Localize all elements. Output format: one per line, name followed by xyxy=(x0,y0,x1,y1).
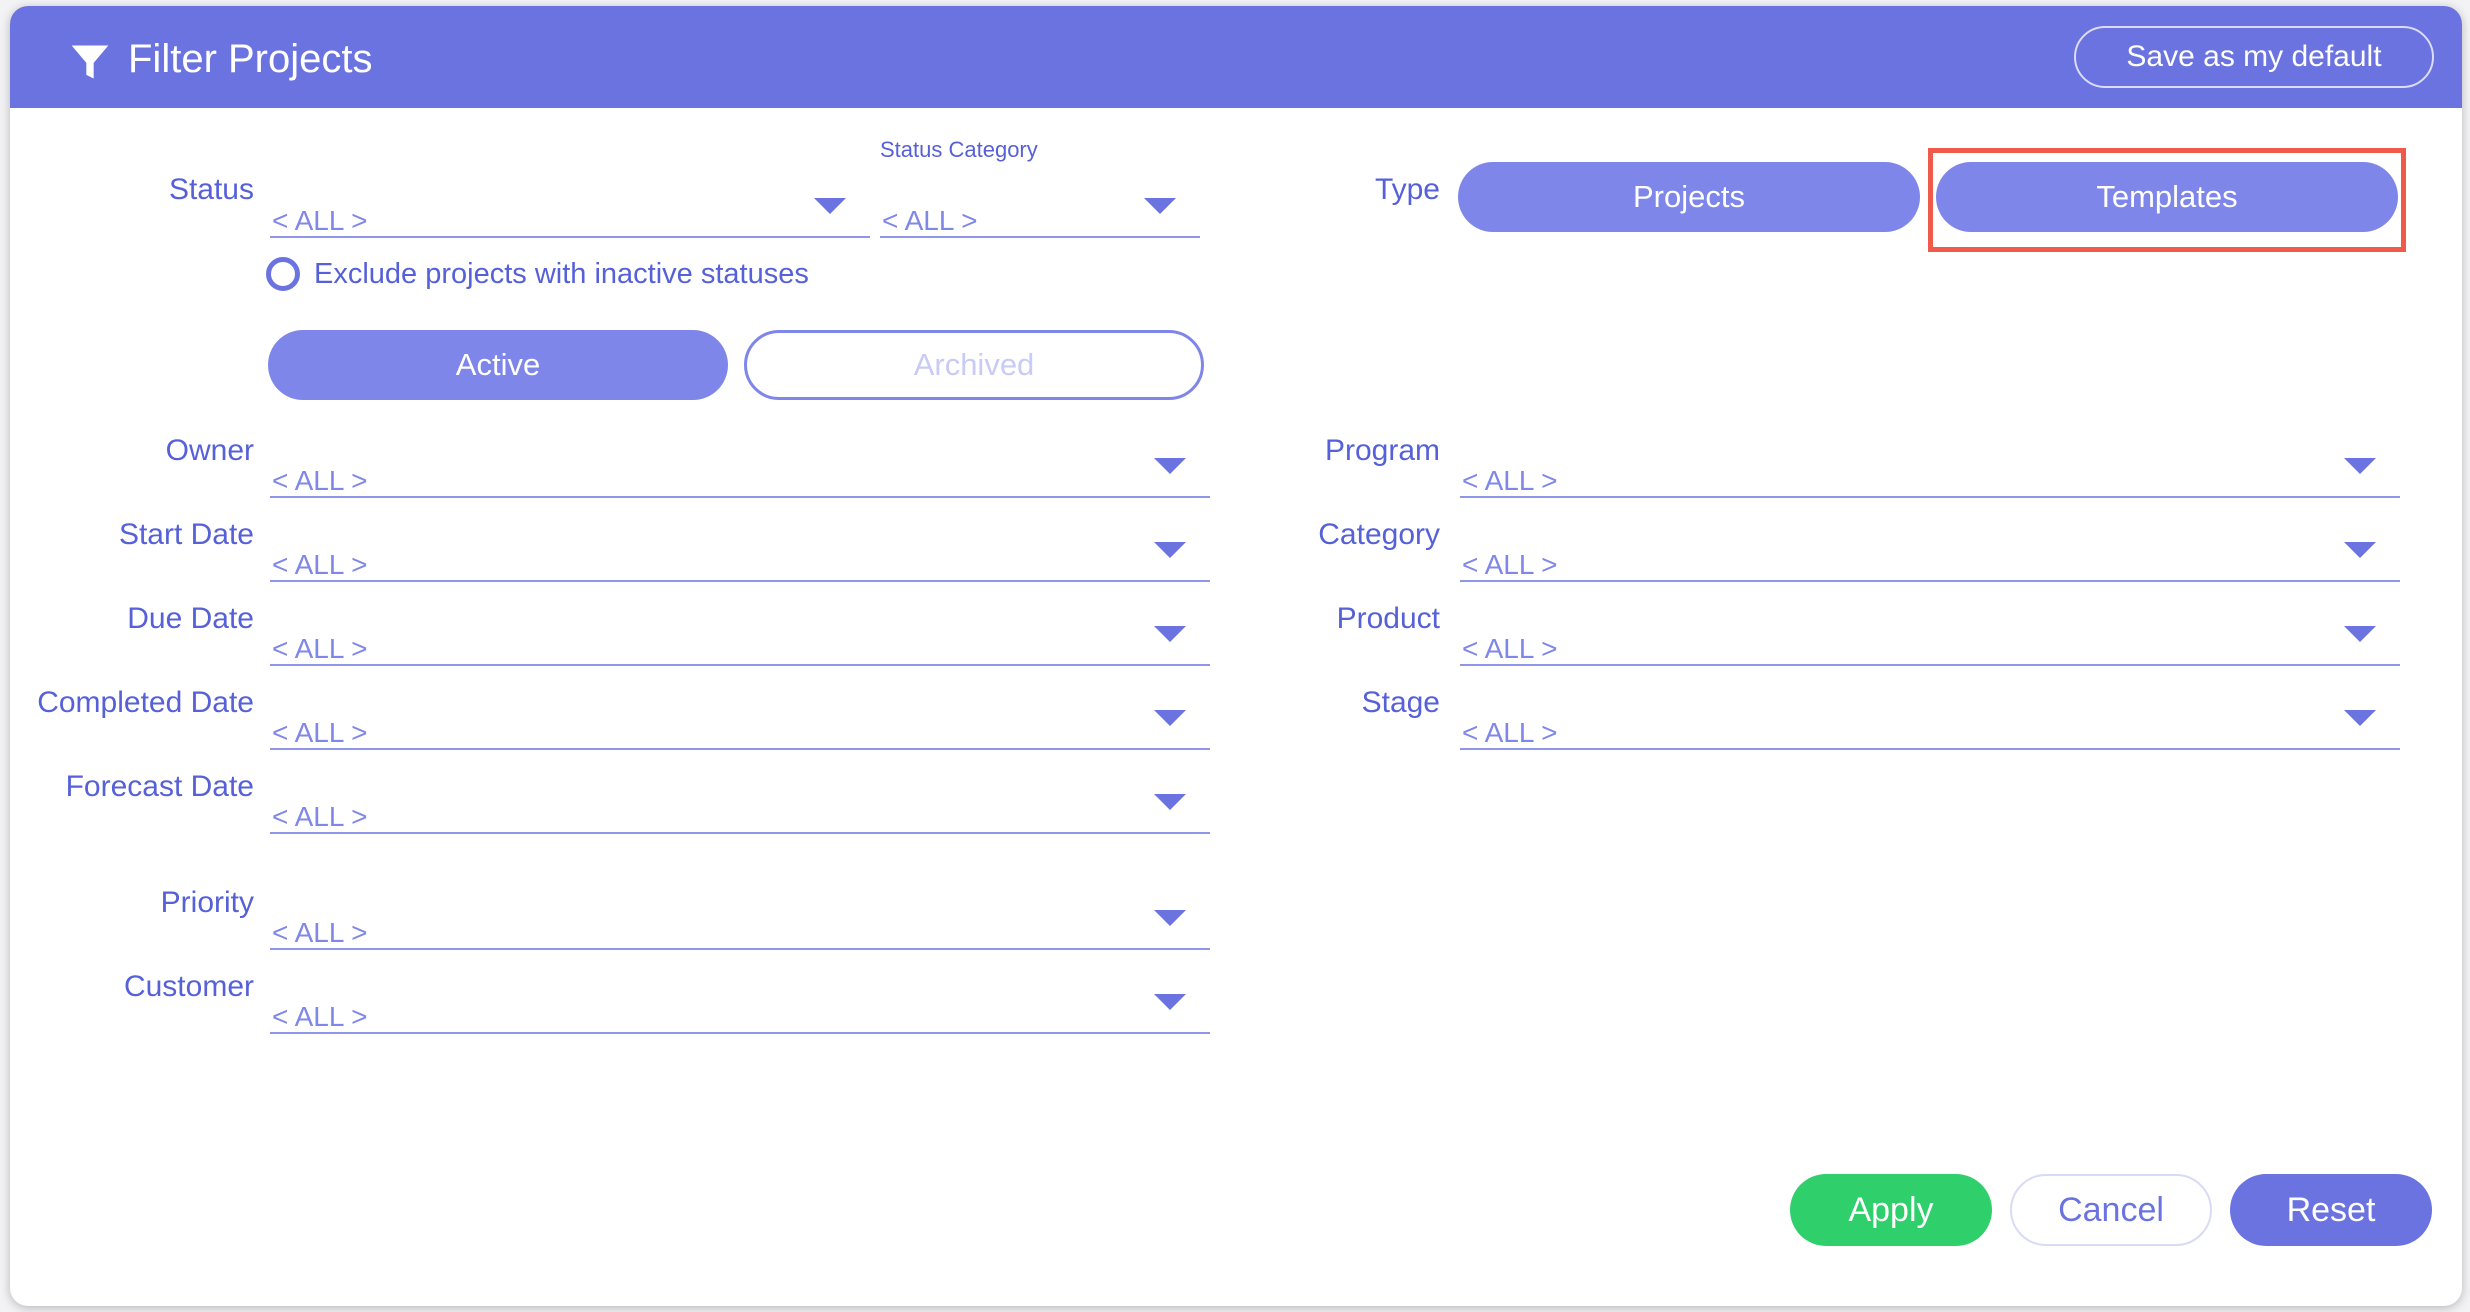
stage-label: Stage xyxy=(1361,686,1440,719)
exclude-inactive-radio[interactable] xyxy=(266,257,300,291)
completed-date-label: Completed Date xyxy=(37,686,254,719)
dialog-title: Filter Projects xyxy=(128,37,373,81)
active-toggle-button[interactable]: Active xyxy=(268,330,728,400)
owner-select-value: < ALL > xyxy=(272,465,368,496)
chevron-down-icon xyxy=(1154,910,1186,926)
program-label: Program xyxy=(1324,434,1440,467)
priority-select-value: < ALL > xyxy=(272,917,368,948)
projects-type-button[interactable]: Projects xyxy=(1458,162,1920,232)
category-select-value: < ALL > xyxy=(1462,549,1558,580)
filter-projects-dialog: Filter Projects Save as my default Statu… xyxy=(10,6,2462,1306)
filter-icon xyxy=(71,45,109,79)
program-select[interactable]: < ALL > xyxy=(1460,442,2400,498)
status-category-label: Status Category xyxy=(880,137,1038,162)
templates-highlight-box xyxy=(1928,148,2406,252)
chevron-down-icon xyxy=(2344,626,2376,642)
forecast-date-select-value: < ALL > xyxy=(272,801,368,832)
chevron-down-icon xyxy=(1154,458,1186,474)
forecast-date-label: Forecast Date xyxy=(65,770,254,803)
chevron-down-icon xyxy=(814,198,846,214)
exclude-inactive-label: Exclude projects with inactive statuses xyxy=(314,258,809,290)
forecast-date-select[interactable]: < ALL > xyxy=(270,778,1210,834)
chevron-down-icon xyxy=(1154,994,1186,1010)
customer-label: Customer xyxy=(123,970,254,1003)
completed-date-select[interactable]: < ALL > xyxy=(270,694,1210,750)
stage-select[interactable]: < ALL > xyxy=(1460,694,2400,750)
completed-date-select-value: < ALL > xyxy=(272,717,368,748)
priority-label: Priority xyxy=(160,886,254,919)
reset-button[interactable]: Reset xyxy=(2230,1174,2432,1246)
priority-select[interactable]: < ALL > xyxy=(270,894,1210,950)
status-category-select[interactable]: < ALL > xyxy=(880,182,1200,238)
product-select[interactable]: < ALL > xyxy=(1460,610,2400,666)
chevron-down-icon xyxy=(1154,626,1186,642)
status-select[interactable]: < ALL > xyxy=(270,182,870,238)
cancel-button[interactable]: Cancel xyxy=(2010,1174,2212,1246)
apply-button[interactable]: Apply xyxy=(1790,1174,1992,1246)
start-date-select[interactable]: < ALL > xyxy=(270,526,1210,582)
program-select-value: < ALL > xyxy=(1462,465,1558,496)
type-label: Type xyxy=(1374,173,1440,206)
chevron-down-icon xyxy=(1154,710,1186,726)
due-date-label: Due Date xyxy=(127,602,254,635)
category-label: Category xyxy=(1318,518,1440,551)
start-date-label: Start Date xyxy=(118,518,254,551)
chevron-down-icon xyxy=(2344,542,2376,558)
start-date-select-value: < ALL > xyxy=(272,549,368,580)
save-as-default-button[interactable]: Save as my default xyxy=(2074,26,2434,88)
chevron-down-icon xyxy=(1154,542,1186,558)
archived-toggle-button[interactable]: Archived xyxy=(744,330,1204,400)
status-label: Status xyxy=(168,173,254,206)
stage-select-value: < ALL > xyxy=(1462,717,1558,748)
customer-select-value: < ALL > xyxy=(272,1001,368,1032)
product-select-value: < ALL > xyxy=(1462,633,1558,664)
product-label: Product xyxy=(1336,602,1440,635)
chevron-down-icon xyxy=(2344,458,2376,474)
chevron-down-icon xyxy=(1144,198,1176,214)
chevron-down-icon xyxy=(2344,710,2376,726)
dialog-header: Filter Projects Save as my default xyxy=(10,6,2462,108)
status-category-value: < ALL > xyxy=(882,205,978,236)
due-date-select-value: < ALL > xyxy=(272,633,368,664)
due-date-select[interactable]: < ALL > xyxy=(270,610,1210,666)
category-select[interactable]: < ALL > xyxy=(1460,526,2400,582)
chevron-down-icon xyxy=(1154,794,1186,810)
status-select-value: < ALL > xyxy=(272,205,368,236)
customer-select[interactable]: < ALL > xyxy=(270,978,1210,1034)
owner-select[interactable]: < ALL > xyxy=(270,442,1210,498)
owner-label: Owner xyxy=(165,434,254,467)
